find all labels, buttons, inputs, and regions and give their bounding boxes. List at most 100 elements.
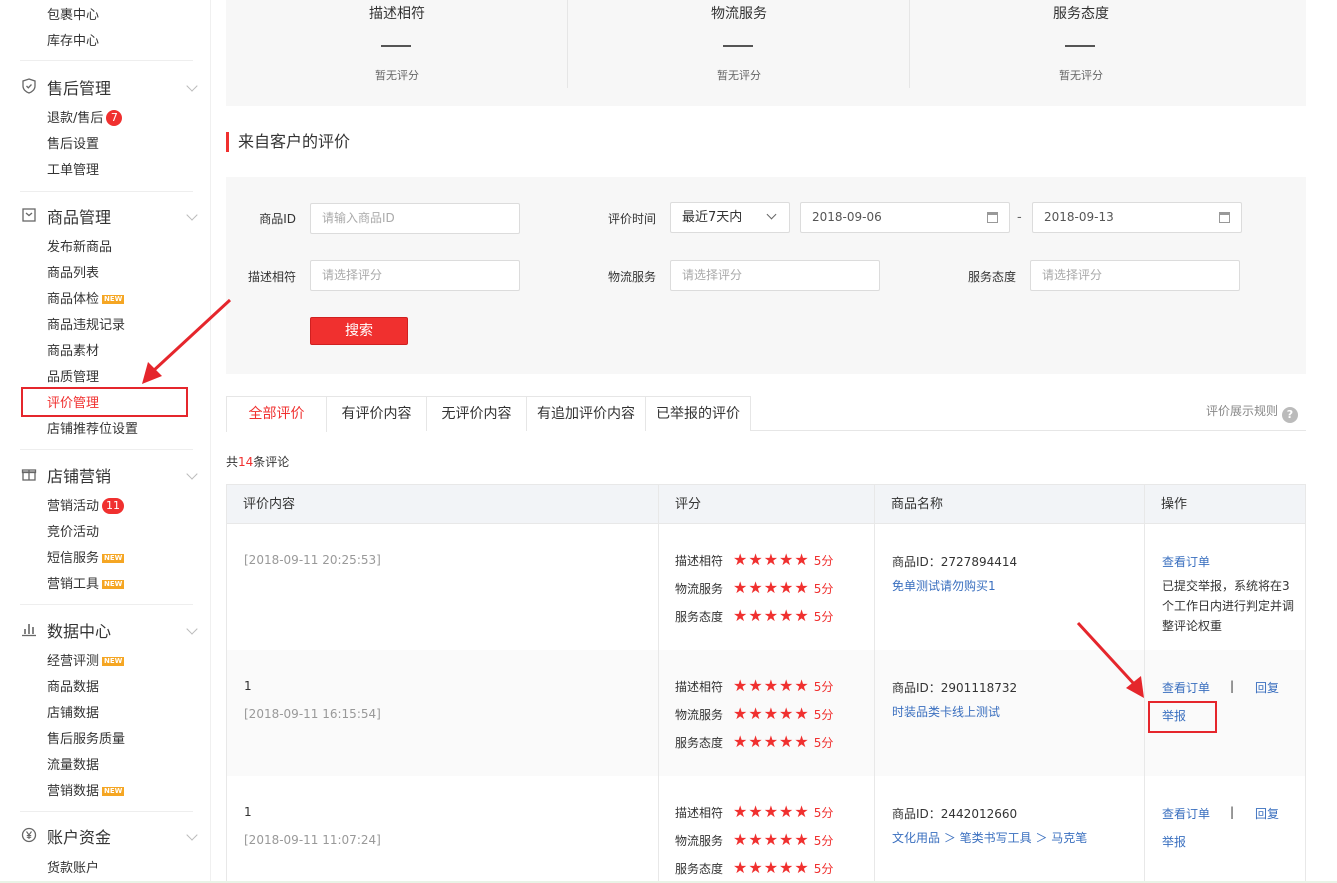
view-order-link[interactable]: 查看订单 (1162, 805, 1210, 822)
reply-link[interactable]: 回复 (1255, 679, 1279, 696)
sidebar-item-quality-management[interactable]: 品质管理 (47, 366, 99, 385)
score-value-empty (1065, 45, 1095, 47)
sidebar-divider (20, 60, 193, 61)
chevron-down-icon (766, 209, 777, 220)
service-score-select[interactable]: 请选择评分 (1030, 260, 1240, 291)
star-icon: ★ (763, 703, 779, 723)
chevron-down-icon (186, 209, 198, 221)
sidebar-group-products[interactable]: 商品管理 (20, 202, 200, 230)
score-label: 服务态度 (675, 609, 724, 624)
score-points: 5分 (813, 609, 834, 624)
star-icon: ★ (794, 549, 809, 569)
tab-with-follow-up[interactable]: 有追加评价内容 (526, 396, 646, 431)
sidebar-item-marketing-data[interactable]: 营销数据 NEW (47, 780, 125, 799)
sidebar-item-after-sales-settings[interactable]: 售后设置 (47, 133, 99, 152)
header-review-content: 评价内容 (243, 497, 296, 512)
product-id-input[interactable]: 请输入商品ID (310, 203, 520, 234)
annotation-highlight-box (1148, 701, 1217, 733)
score-logistics: 物流服务 暂无评分 (568, 0, 910, 88)
star-rating: ★★★★★ (733, 703, 810, 723)
score-line: 服务态度 ★★★★★ 5分 (675, 731, 833, 751)
sidebar-item-business-evaluation[interactable]: 经营评测 NEW (47, 650, 125, 669)
product-id-label: 商品ID (259, 212, 296, 226)
score-label: 服务态度 (675, 735, 724, 750)
sidebar-group-after-sales[interactable]: 售后管理 (20, 73, 200, 101)
sidebar-item-recommend-slots[interactable]: 店铺推荐位设置 (47, 418, 138, 437)
column-divider (1144, 484, 1145, 883)
sidebar-item-label: 商品体检 (47, 292, 100, 307)
score-label: 物流服务 (675, 833, 724, 848)
product-name-link[interactable]: 时装品类卡线上测试 (892, 703, 1000, 720)
sidebar-item-violation-records[interactable]: 商品违规记录 (47, 314, 125, 333)
box-icon (20, 207, 38, 225)
action-separator: | (1230, 805, 1235, 819)
star-icon: ★ (763, 731, 779, 751)
tab-reported[interactable]: 已举报的评价 (645, 396, 751, 431)
view-order-link[interactable]: 查看订单 (1162, 679, 1210, 696)
sidebar-item-package-center[interactable]: 包裹中心 (47, 4, 99, 23)
sidebar-group-account-funds[interactable]: 账户资金 (20, 822, 200, 850)
sidebar-item-ticket-management[interactable]: 工单管理 (47, 159, 99, 178)
sidebar-item-store-data[interactable]: 店铺数据 (47, 702, 99, 721)
review-time-value: 最近7天内 (682, 210, 743, 225)
new-tag: NEW (102, 554, 125, 563)
tab-with-content[interactable]: 有评价内容 (326, 396, 427, 431)
review-time-select[interactable]: 最近7天内 (670, 202, 790, 233)
product-category-link[interactable]: 文化用品 ＞ 笔类书写工具 ＞ 马克笔 (892, 829, 1087, 846)
sidebar-item-publish-product[interactable]: 发布新商品 (47, 236, 112, 255)
gift-icon (20, 466, 38, 484)
star-rating: ★★★★★ (733, 801, 810, 821)
sidebar-item-label: 经营评测 (47, 654, 100, 669)
count-suffix: 条评论 (253, 455, 290, 469)
sidebar-item-label: 营销工具 (47, 577, 100, 592)
rule-link-label: 评价展示规则 (1205, 404, 1278, 418)
star-icon: ★ (733, 675, 748, 695)
sidebar-item-product-data[interactable]: 商品数据 (47, 676, 99, 695)
review-time: [2018-09-11 11:07:24] (244, 833, 381, 847)
sidebar-item-label: 营销数据 (47, 784, 100, 799)
score-points: 5分 (813, 861, 834, 876)
sidebar-item-inventory-center[interactable]: 库存中心 (47, 30, 99, 49)
view-order-link[interactable]: 查看订单 (1162, 553, 1210, 570)
review-tabs: 全部评价 有评价内容 无评价内容 有追加评价内容 已举报的评价 评价展示规则? (226, 396, 1306, 432)
star-icon: ★ (763, 829, 779, 849)
sidebar-group-title: 商品管理 (47, 208, 112, 227)
marketing-count-badge: 11 (102, 498, 125, 514)
description-score-select[interactable]: 请选择评分 (310, 260, 520, 291)
sidebar-divider (20, 191, 193, 192)
star-icon: ★ (733, 829, 748, 849)
sidebar-item-after-sales-quality[interactable]: 售后服务质量 (47, 728, 125, 747)
sidebar-item-product-materials[interactable]: 商品素材 (47, 340, 99, 359)
date-end-input[interactable]: 2018-09-13 (1032, 202, 1242, 233)
sidebar-item-sms-service[interactable]: 短信服务 NEW (47, 547, 125, 566)
score-name: 描述相符 (369, 6, 425, 22)
sidebar-item-payment-account[interactable]: 货款账户 (47, 857, 99, 876)
date-start-input[interactable]: 2018-09-06 (800, 202, 1010, 233)
sidebar-item-refund[interactable]: 退款/售后 7 (47, 107, 123, 126)
sidebar-group-marketing[interactable]: 店铺营销 (20, 461, 200, 489)
star-icon: ★ (779, 549, 794, 569)
sidebar-item-marketing-tools[interactable]: 营销工具 NEW (47, 573, 125, 592)
tab-all-reviews[interactable]: 全部评价 (226, 396, 327, 432)
star-icon: ★ (779, 857, 794, 877)
report-link[interactable]: 举报 (1162, 833, 1186, 850)
star-rating: ★★★★★ (733, 675, 810, 695)
star-icon: ★ (733, 577, 748, 597)
search-button[interactable]: 搜索 (310, 317, 408, 345)
star-icon: ★ (794, 829, 809, 849)
sidebar-item-traffic-data[interactable]: 流量数据 (47, 754, 99, 773)
review-display-rules-link[interactable]: 评价展示规则? (1206, 402, 1298, 423)
sidebar-item-bidding[interactable]: 竞价活动 (47, 521, 99, 540)
yen-icon (20, 827, 38, 845)
tab-without-content[interactable]: 无评价内容 (426, 396, 527, 431)
star-icon: ★ (733, 801, 748, 821)
sidebar-item-marketing-activities[interactable]: 营销活动 11 (47, 495, 125, 514)
logistics-score-select[interactable]: 请选择评分 (670, 260, 880, 291)
sidebar-item-label: 短信服务 (47, 551, 100, 566)
sidebar-item-product-check[interactable]: 商品体检 NEW (47, 288, 125, 307)
sidebar-group-data-center[interactable]: 数据中心 (20, 616, 200, 644)
product-name-link[interactable]: 免单测试请勿购买1 (892, 577, 996, 594)
score-name: 服务态度 (1053, 6, 1109, 22)
reply-link[interactable]: 回复 (1255, 805, 1279, 822)
sidebar-item-product-list[interactable]: 商品列表 (47, 262, 99, 281)
